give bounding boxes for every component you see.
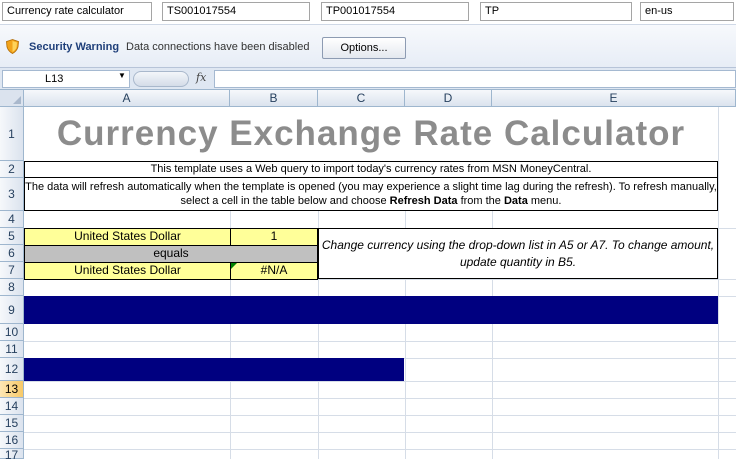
row-header-14[interactable]: 14 <box>0 398 24 415</box>
select-all-icon <box>13 96 21 104</box>
row-header-6[interactable]: 6 <box>0 245 24 262</box>
equals-label: equals <box>24 245 318 263</box>
column-header-c[interactable]: C <box>318 90 405 107</box>
navy-band-row9[interactable] <box>24 296 718 324</box>
column-header-a[interactable]: A <box>24 90 230 107</box>
error-indicator-icon <box>231 263 237 269</box>
result-cell[interactable]: #N/A <box>230 262 318 280</box>
column-header-d[interactable]: D <box>405 90 492 107</box>
refresh-instructions-line2: select a cell in the table below and cho… <box>25 194 717 208</box>
refresh-data-command: Refresh Data <box>389 195 458 207</box>
metadata-bar: Currency rate calculator TS001017554 TP0… <box>0 0 736 24</box>
row-header-13[interactable]: 13 <box>0 381 24 398</box>
template-code-field[interactable]: TP001017554 <box>321 2 469 21</box>
select-all-corner[interactable] <box>0 90 24 107</box>
row-header-3[interactable]: 3 <box>0 178 24 211</box>
from-currency-select[interactable]: United States Dollar <box>24 228 231 246</box>
gridline <box>718 107 719 459</box>
row-header-1[interactable]: 1 <box>0 107 24 161</box>
gridline <box>24 381 736 382</box>
result-value: #N/A <box>260 263 288 277</box>
intro-text[interactable]: This template uses a Web query to import… <box>24 161 718 178</box>
usage-note[interactable]: Change currency using the drop-down list… <box>318 228 718 279</box>
gridline <box>24 341 736 342</box>
row-header-11[interactable]: 11 <box>0 341 24 358</box>
formula-bar-resize-handle[interactable] <box>133 71 189 87</box>
template-id-field[interactable]: TS001017554 <box>162 2 310 21</box>
row-header-12[interactable]: 12 <box>0 358 24 381</box>
refresh-text-c: from the <box>457 195 504 207</box>
row-header-16[interactable]: 16 <box>0 432 24 449</box>
chevron-down-icon[interactable]: ▼ <box>118 71 126 80</box>
row-header-4[interactable]: 4 <box>0 211 24 228</box>
security-warning-bar: Security Warning Data connections have b… <box>0 24 736 68</box>
gridline <box>24 449 736 450</box>
options-button[interactable]: Options... <box>322 37 406 59</box>
row-header-10[interactable]: 10 <box>0 324 24 341</box>
refresh-text-a: select a cell in the table below and cho… <box>180 195 390 207</box>
row-header-2[interactable]: 2 <box>0 161 24 178</box>
type-field[interactable]: TP <box>480 2 632 21</box>
row-header-7[interactable]: 7 <box>0 262 24 279</box>
worksheet-grid[interactable]: A B C D E 1 2 3 4 5 6 7 8 9 10 11 12 13 … <box>0 90 736 459</box>
locale-field[interactable]: en-us <box>640 2 734 21</box>
row-header-5[interactable]: 5 <box>0 228 24 245</box>
data-menu-name: Data <box>503 195 528 207</box>
refresh-instructions-line1: The data will refresh automatically when… <box>25 181 717 193</box>
security-warning-message: Data connections have been disabled <box>126 41 310 53</box>
refresh-text-e: menu. <box>527 195 562 207</box>
formula-bar: L13 ▼ fx <box>0 68 736 90</box>
row-header-8[interactable]: 8 <box>0 279 24 296</box>
insert-function-icon[interactable]: fx <box>196 71 206 84</box>
shield-icon <box>6 39 19 54</box>
refresh-instructions[interactable]: The data will refresh automatically when… <box>24 178 718 211</box>
navy-band-row12[interactable] <box>24 358 404 381</box>
row-header-17[interactable]: 17 <box>0 449 24 459</box>
column-header-b[interactable]: B <box>230 90 318 107</box>
column-header-e[interactable]: E <box>492 90 736 107</box>
template-title-field[interactable]: Currency rate calculator <box>2 2 152 21</box>
sheet-title[interactable]: Currency Exchange Rate Calculator <box>24 107 718 161</box>
name-box[interactable]: L13 <box>2 70 130 88</box>
gridline <box>24 415 736 416</box>
row-header-15[interactable]: 15 <box>0 415 24 432</box>
row-header-9[interactable]: 9 <box>0 296 24 324</box>
security-warning-title: Security Warning <box>29 41 120 53</box>
gridline <box>24 398 736 399</box>
quantity-input[interactable]: 1 <box>230 228 318 246</box>
gridline <box>24 432 736 433</box>
formula-input[interactable] <box>214 70 736 88</box>
to-currency-select[interactable]: United States Dollar <box>24 262 231 280</box>
